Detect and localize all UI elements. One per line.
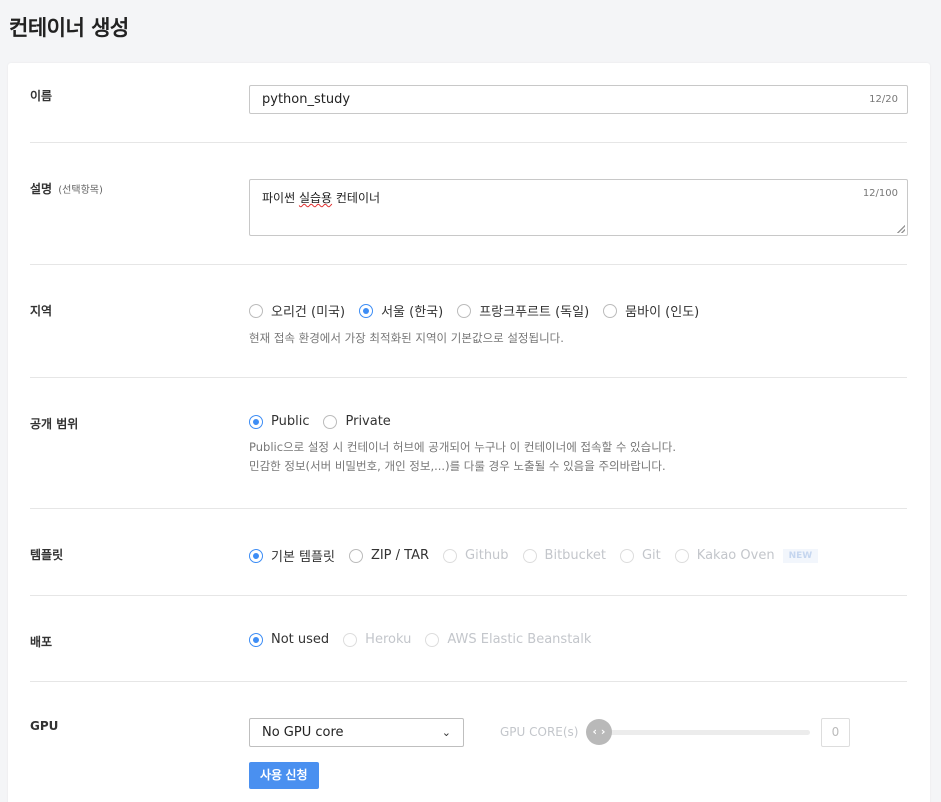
- template-label: 템플릿: [30, 548, 64, 562]
- page-title: 컨테이너 생성: [9, 16, 129, 40]
- radio-label: Heroku: [365, 632, 412, 647]
- radio-icon: [674, 548, 689, 563]
- radio-selected-icon[interactable]: [249, 548, 263, 563]
- new-badge: NEW: [782, 548, 819, 563]
- radio-label: Private: [345, 414, 391, 429]
- visibility-label: 공개 범위: [30, 417, 79, 431]
- apply-gpu-button[interactable]: 사용 신청: [249, 762, 319, 789]
- divider: [30, 377, 907, 378]
- gpu-core-count: 0: [821, 718, 850, 747]
- template-radio-group: 기본 템플릿 ZIP / TAR Github Bitbucket Git Ka…: [249, 546, 819, 565]
- radio-icon: [343, 632, 358, 647]
- description-textarea[interactable]: 파이썬 실습용 컨테이너 12/100: [249, 179, 908, 236]
- radio-icon[interactable]: [323, 414, 338, 429]
- resize-handle-icon[interactable]: [897, 225, 905, 233]
- gpu-core-slider: [600, 730, 810, 735]
- region-option-mumbai[interactable]: 뭄바이 (인도): [603, 301, 699, 320]
- radio-icon: [522, 548, 537, 563]
- radio-label: 서울 (한국): [381, 305, 444, 320]
- divider: [30, 508, 907, 509]
- visibility-radio-group: Public Private: [249, 414, 676, 429]
- radio-label: 프랑크푸르트 (독일): [479, 305, 590, 320]
- radio-label: Git: [641, 548, 661, 563]
- region-label: 지역: [30, 304, 53, 318]
- optional-tag: (선택항목): [58, 185, 103, 196]
- description-text-before: 파이썬: [262, 191, 299, 205]
- template-option-basic[interactable]: 기본 템플릿: [249, 546, 335, 565]
- name-input[interactable]: python_study 12/20: [249, 85, 908, 114]
- region-option-seoul[interactable]: 서울 (한국): [359, 301, 443, 320]
- visibility-option-private[interactable]: Private: [323, 414, 391, 429]
- chevron-down-icon: ⌄: [441, 726, 451, 739]
- region-help-text: 현재 접속 환경에서 가장 최적화된 지역이 기본값으로 설정됩니다.: [249, 331, 564, 345]
- radio-label: AWS Elastic Beanstalk: [447, 632, 592, 647]
- radio-label: Github: [465, 548, 509, 563]
- region-radio-group: 오리건 (미국) 서울 (한국) 프랑크푸르트 (독일) 뭄바이 (인도): [249, 301, 713, 320]
- visibility-help-line2: 민감한 정보(서버 비밀번호, 개인 정보,...)를 다룰 경우 노출될 수 …: [249, 459, 666, 473]
- radio-icon: [443, 548, 458, 563]
- template-option-zip-tar[interactable]: ZIP / TAR: [348, 548, 430, 563]
- divider: [30, 681, 907, 682]
- description-label-text: 설명: [30, 182, 53, 196]
- name-value: python_study: [262, 92, 351, 107]
- radio-label: Kakao Oven: [696, 548, 775, 563]
- region-option-oregon[interactable]: 오리건 (미국): [249, 301, 345, 320]
- gpu-label: GPU: [30, 719, 59, 733]
- radio-label: Bitbucket: [544, 548, 606, 563]
- radio-icon: [425, 632, 440, 647]
- radio-selected-icon[interactable]: [359, 303, 374, 318]
- name-label: 이름: [30, 89, 53, 103]
- deploy-radio-group: Not used Heroku AWS Elastic Beanstalk: [249, 632, 605, 647]
- create-container-form: 이름 python_study 12/20 설명 (선택항목) 파이썬 실습용 …: [8, 63, 930, 802]
- radio-selected-icon[interactable]: [249, 632, 263, 647]
- deploy-option-aws-beanstalk: AWS Elastic Beanstalk: [425, 632, 591, 647]
- description-label: 설명 (선택항목): [30, 180, 103, 197]
- gpu-select-value: No GPU core: [262, 725, 344, 740]
- gpu-select[interactable]: No GPU core ⌄: [249, 718, 464, 747]
- radio-icon[interactable]: [603, 303, 618, 318]
- deploy-label: 배포: [30, 635, 53, 649]
- visibility-help-line1: Public으로 설정 시 컨테이너 허브에 공개되어 누구나 이 컨테이너에 …: [249, 440, 677, 454]
- template-option-git: Git: [619, 548, 661, 563]
- deploy-option-heroku: Heroku: [343, 632, 411, 647]
- template-option-kakao-oven: Kakao Oven: [674, 548, 775, 563]
- gpu-core-label: GPU CORE(s): [500, 725, 579, 739]
- description-text-after: 컨테이너: [332, 191, 381, 205]
- template-option-github: Github: [443, 548, 509, 563]
- divider: [30, 264, 907, 265]
- radio-label: 기본 템플릿: [271, 550, 335, 565]
- radio-label: Not used: [271, 632, 330, 647]
- name-counter: 12/20: [869, 94, 898, 105]
- divider: [30, 595, 907, 596]
- region-option-frankfurt[interactable]: 프랑크푸르트 (독일): [457, 301, 589, 320]
- template-option-bitbucket: Bitbucket: [522, 548, 606, 563]
- radio-label: ZIP / TAR: [370, 548, 430, 563]
- radio-label: Public: [271, 414, 310, 429]
- description-misspelled-word: 실습용: [298, 191, 333, 205]
- radio-label: 뭄바이 (인도): [625, 305, 700, 320]
- slider-arrows-icon: ‹ ›: [586, 719, 612, 745]
- divider: [30, 142, 907, 143]
- radio-selected-icon[interactable]: [249, 414, 263, 429]
- deploy-option-not-used[interactable]: Not used: [249, 632, 329, 647]
- radio-icon: [619, 548, 634, 563]
- radio-icon[interactable]: [457, 303, 472, 318]
- description-counter: 12/100: [862, 188, 898, 199]
- radio-label: 오리건 (미국): [271, 305, 346, 320]
- visibility-option-public[interactable]: Public: [249, 414, 309, 429]
- radio-icon[interactable]: [348, 548, 363, 563]
- radio-icon[interactable]: [249, 303, 263, 318]
